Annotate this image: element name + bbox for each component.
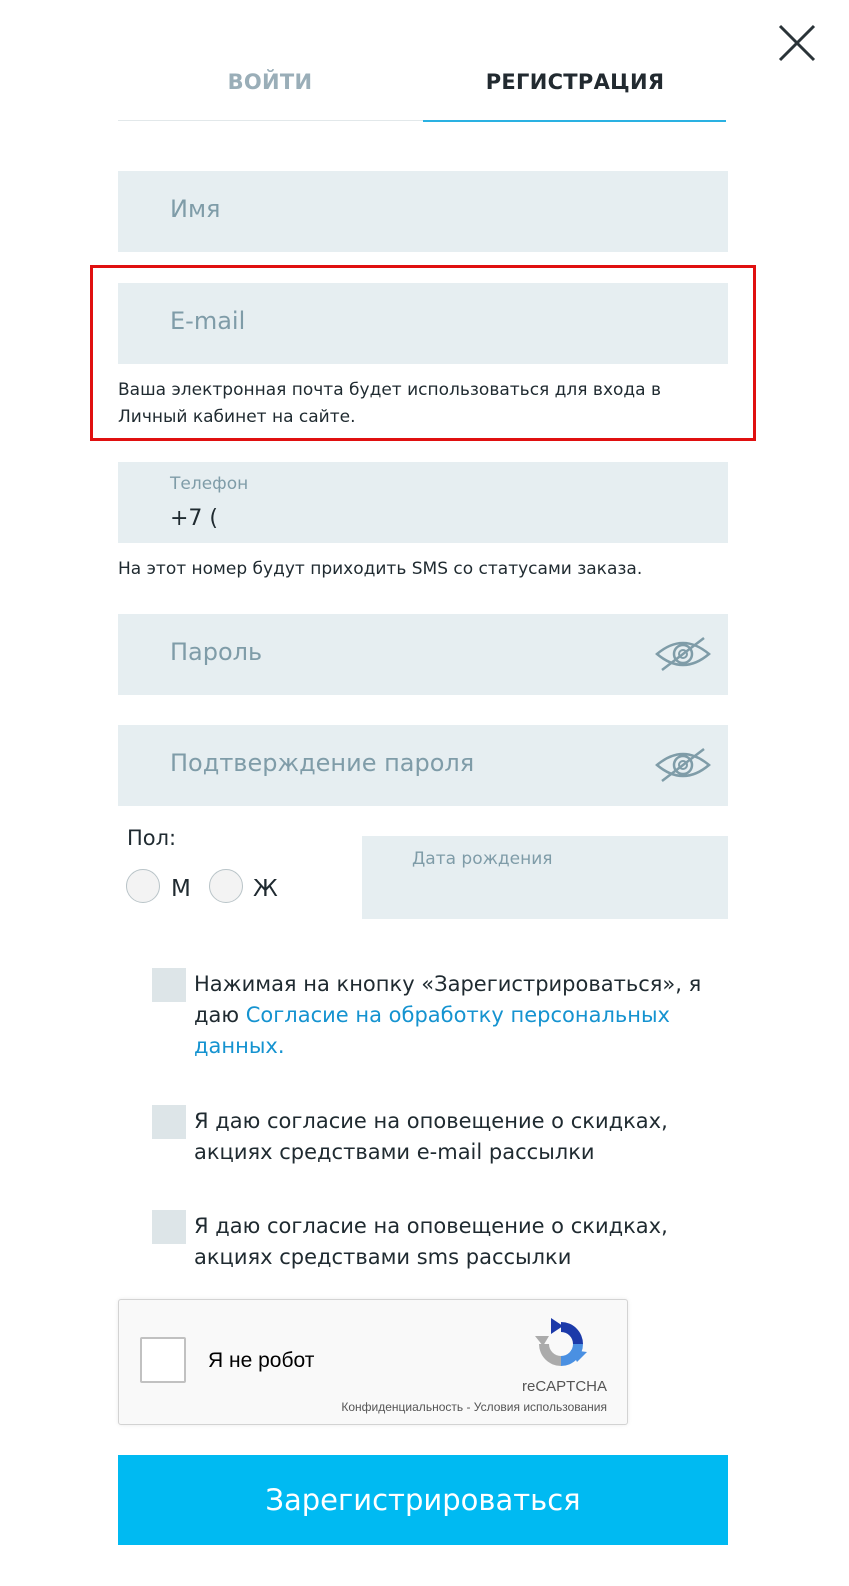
email-consent-text: Я даю согласие на оповещение о скидках, … xyxy=(194,1109,668,1164)
recaptcha-links: Конфиденциальность - Условия использован… xyxy=(341,1400,607,1414)
sms-consent-text: Я даю согласие на оповещение о скидках, … xyxy=(194,1214,668,1269)
email-field[interactable]: E-mail xyxy=(118,283,728,364)
recaptcha-checkbox[interactable] xyxy=(140,1337,186,1383)
birthdate-field[interactable]: Дата рождения xyxy=(362,836,728,919)
gender-male-label: М xyxy=(171,876,191,902)
birthdate-label: Дата рождения xyxy=(412,849,553,869)
eye-crossed-icon[interactable] xyxy=(654,745,712,785)
recaptcha-privacy-link[interactable]: Конфиденциальность xyxy=(341,1400,463,1414)
email-hint: Ваша электронная почта будет использоват… xyxy=(118,380,661,427)
password-field[interactable]: Пароль xyxy=(118,614,728,695)
gender-label: Пол: xyxy=(127,826,177,850)
phone-hint: На этот номер будут приходить SMS со ста… xyxy=(118,559,643,579)
email-placeholder: E-mail xyxy=(170,307,246,335)
phone-field[interactable]: Телефон +7 ( xyxy=(118,462,728,543)
tab-active-indicator xyxy=(423,120,726,122)
close-icon[interactable] xyxy=(776,22,818,64)
password-confirm-field[interactable]: Подтверждение пароля xyxy=(118,725,728,806)
gender-female-radio[interactable] xyxy=(209,869,243,903)
phone-value: +7 ( xyxy=(170,506,219,531)
recaptcha-brand: reCAPTCHA xyxy=(521,1378,607,1395)
phone-label: Телефон xyxy=(170,474,249,494)
personal-data-consent-checkbox[interactable] xyxy=(152,968,186,1002)
recaptcha-label: Я не робот xyxy=(208,1349,315,1372)
name-placeholder: Имя xyxy=(170,195,221,223)
recaptcha-terms-link[interactable]: Условия использования xyxy=(474,1400,607,1414)
gender-male-radio[interactable] xyxy=(126,869,160,903)
tab-login[interactable]: ВОЙТИ xyxy=(118,70,422,106)
eye-crossed-icon[interactable] xyxy=(654,634,712,674)
password-placeholder: Пароль xyxy=(170,638,263,666)
sms-consent-checkbox[interactable] xyxy=(152,1210,186,1244)
password-confirm-placeholder: Подтверждение пароля xyxy=(170,749,475,777)
recaptcha-separator: - xyxy=(463,1400,474,1414)
gender-female-label: Ж xyxy=(253,876,278,902)
register-button[interactable]: Зарегистрироваться xyxy=(118,1455,728,1545)
personal-data-consent-text: Нажимая на кнопку «Зарегистрироваться», … xyxy=(194,969,724,1062)
tab-register[interactable]: РЕГИСТРАЦИЯ xyxy=(423,70,727,106)
recaptcha-logo-icon xyxy=(533,1316,589,1372)
email-consent-checkbox[interactable] xyxy=(152,1105,186,1139)
personal-data-consent-link[interactable]: Согласие на обработку персональных данны… xyxy=(194,1003,670,1058)
recaptcha-widget: Я не робот reCAPTCHA Конфиденциальность … xyxy=(118,1299,628,1425)
name-field[interactable]: Имя xyxy=(118,171,728,252)
